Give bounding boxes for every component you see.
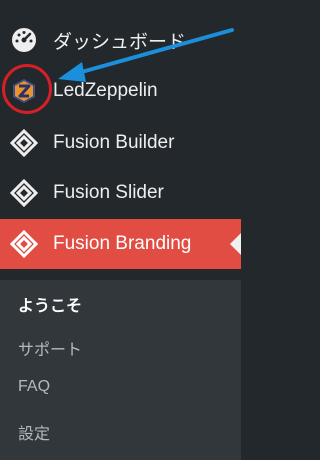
fusion-icon xyxy=(9,128,39,158)
active-indicator-caret xyxy=(230,233,241,255)
menu-item-fusion-builder[interactable]: Fusion Builder xyxy=(0,118,241,168)
menu-item-label: ダッシュボード xyxy=(53,31,187,53)
menu-item-label: Fusion Builder xyxy=(53,132,175,153)
submenu-item-support[interactable]: サポート xyxy=(18,336,82,360)
menu-item-fusion-branding[interactable]: Fusion Branding xyxy=(0,219,241,269)
dashboard-icon xyxy=(9,25,39,55)
menu-item-label: LedZeppelin xyxy=(53,80,158,101)
annotation-circle xyxy=(2,64,52,114)
fusion-icon xyxy=(9,229,39,259)
submenu: ようこそ サポート FAQ 設定 xyxy=(0,280,241,460)
menu-item-label: Fusion Slider xyxy=(53,182,164,203)
fusion-icon xyxy=(9,178,39,208)
submenu-item-faq[interactable]: FAQ xyxy=(18,378,50,396)
submenu-item-settings[interactable]: 設定 xyxy=(18,420,50,444)
menu-item-dashboard[interactable]: ダッシュボード xyxy=(0,15,241,65)
menu-item-fusion-slider[interactable]: Fusion Slider xyxy=(0,168,241,218)
submenu-item-welcome[interactable]: ようこそ xyxy=(18,292,82,316)
menu-item-label: Fusion Branding xyxy=(53,233,192,254)
